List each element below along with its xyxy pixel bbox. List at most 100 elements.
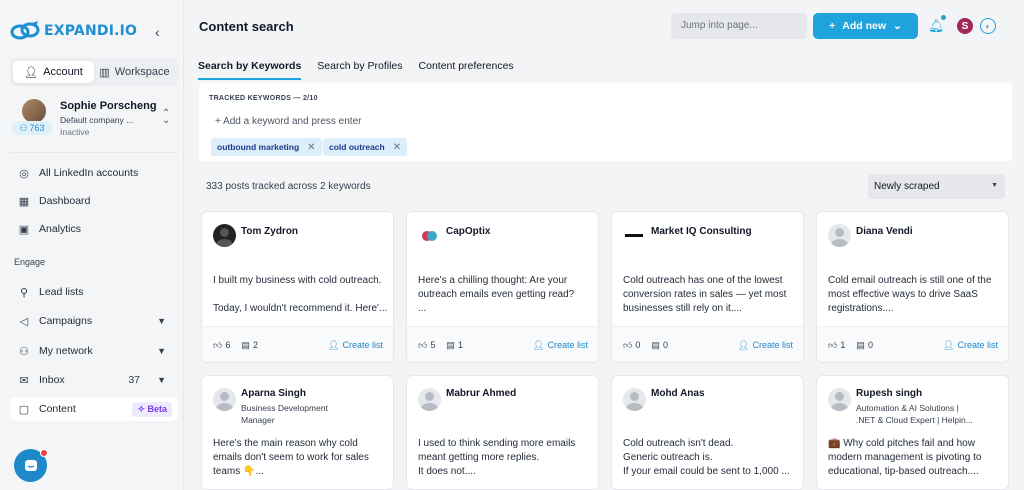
tracked-keywords-panel: TRACKED KEYWORDS — 2/10 + Add a keyword …: [199, 83, 1012, 161]
profile-selector[interactable]: ⚇ 763 Sophie Porscheng Default company .…: [12, 96, 178, 142]
create-list-label: Create list: [752, 340, 793, 350]
sidebar-item-dashboard[interactable]: ▦ Dashboard: [10, 189, 178, 213]
likes-count: 0: [635, 340, 641, 350]
tab-content-preferences[interactable]: Content preferences: [419, 60, 514, 80]
post-text-line: modern management is pivoting to: [828, 452, 982, 463]
account-toggle-label: Account: [43, 66, 83, 78]
expandi-logo[interactable]: EXPANDI.IO: [10, 20, 137, 42]
search-icon: ⚲: [19, 286, 29, 299]
account-workspace-toggle: 👤︎ Account ▥ Workspace: [10, 58, 178, 86]
chevron-updown-icon: ⌃ ⌄: [162, 108, 171, 126]
profile-name: Sophie Porscheng: [60, 100, 157, 112]
post-text-line: It does not....: [418, 466, 476, 477]
thumbs-up-icon: 👍︎: [828, 339, 838, 350]
post-text-line: Here's the main reason why cold: [213, 438, 358, 449]
post-text-line: Generic outreach is.: [623, 452, 713, 463]
bell-icon[interactable]: 🔔︎: [928, 18, 945, 34]
avatar: [22, 99, 46, 123]
post-card[interactable]: Diana Vendi Cold email outreach is still…: [816, 211, 1009, 363]
post-card-footer: 👍︎ 5 ▤ 1 👤︎ Create list: [407, 326, 598, 362]
keyword-chip: outbound marketing ✕: [211, 138, 322, 156]
close-icon[interactable]: ✕: [393, 142, 401, 153]
chevron-down-icon: ⌄: [893, 20, 902, 32]
notification-dot: [40, 449, 48, 457]
main-content: Content search Jump into page... + Add n…: [185, 0, 1024, 490]
add-user-icon: 👤︎: [328, 339, 340, 350]
post-card-footer: 👍︎ 0 ▤ 0 👤︎ Create list: [612, 326, 803, 362]
beta-badge: ✧ Beta: [132, 401, 172, 417]
divider: [10, 152, 178, 153]
chevron-down-icon: ▼: [157, 375, 166, 385]
add-user-icon: 👤︎: [943, 339, 955, 350]
post-card-footer: 👍︎ 1 ▤ 0 👤︎ Create list: [817, 326, 1008, 362]
inbox-count: 37: [128, 374, 140, 386]
users-icon: ⚇: [19, 122, 28, 133]
post-card[interactable]: CapOptix Here's a chilling thought: Are …: [406, 211, 599, 363]
sidebar-item-lead-lists[interactable]: ⚲ Lead lists: [10, 280, 178, 304]
post-text-line: I used to think sending more emails: [418, 438, 576, 449]
user-avatar[interactable]: S: [957, 18, 973, 34]
workspace-toggle-button[interactable]: ▥ Workspace: [94, 61, 175, 83]
sidebar-item-label: Lead lists: [39, 286, 84, 298]
sidebar-item-all-linkedin-accounts[interactable]: ◎ All LinkedIn accounts: [10, 161, 178, 185]
add-user-icon: 👤︎: [738, 339, 750, 350]
post-card[interactable]: Mabrur Ahmed I used to think sending mor…: [406, 375, 599, 490]
sidebar-item-campaigns[interactable]: ◁ Campaigns ▼: [10, 309, 178, 333]
sidebar-item-label: Inbox: [39, 374, 65, 386]
create-list-button[interactable]: 👤︎ Create list: [533, 340, 588, 351]
sidebar-item-content[interactable]: ▢ Content ✧ Beta: [10, 397, 178, 421]
avatar: [623, 224, 646, 247]
post-author-headline: Manager: [241, 415, 275, 425]
close-icon[interactable]: ✕: [307, 142, 315, 153]
plus-icon: +: [829, 20, 836, 32]
post-text-line: businesses still rely on it....: [623, 303, 742, 314]
comment-icon: ▤: [856, 339, 865, 350]
market-iq-logo-icon: [625, 234, 643, 237]
profile-company: Default company ...: [60, 115, 134, 125]
post-text-line: ...: [418, 303, 427, 314]
post-text-line: emails don't seem to work for sales: [213, 452, 369, 463]
sort-select[interactable]: Newly scraped ▼: [868, 174, 1005, 199]
add-new-button[interactable]: + Add new ⌄: [813, 13, 918, 39]
sidebar-item-analytics[interactable]: ▣ Analytics: [10, 217, 178, 241]
thumbs-up-icon: 👍︎: [623, 339, 633, 350]
logo-icon: [10, 21, 40, 40]
create-list-button[interactable]: 👤︎ Create list: [738, 340, 793, 351]
post-card[interactable]: Tom Zydron I built my business with cold…: [201, 211, 394, 363]
likes-count: 6: [225, 340, 231, 350]
post-text-line: teams 👇...: [213, 466, 264, 477]
sidebar-item-my-network[interactable]: ⚇ My network ▼: [10, 339, 178, 363]
collapse-sidebar-icon[interactable]: ‹: [155, 24, 160, 40]
post-card[interactable]: Rupesh singh Automation & AI Solutions |…: [816, 375, 1009, 490]
post-text-line: Cold email outreach is still one of the: [828, 275, 992, 286]
avatar: [828, 224, 851, 247]
comments-stat: ▤ 1: [446, 340, 463, 351]
likes-stat: 👍︎ 6: [213, 340, 230, 351]
tab-search-by-keywords[interactable]: Search by Keywords: [198, 60, 302, 80]
post-text-line: registrations....: [828, 303, 894, 314]
logo-settings-icon[interactable]: ◐: [980, 18, 996, 34]
notification-dot: [941, 15, 946, 20]
sidebar-item-inbox[interactable]: ✉ Inbox 37 ▼: [10, 368, 178, 392]
keyword-chip: cold outreach ✕: [323, 138, 408, 156]
post-text-line: conversion rates in sales — yet most: [623, 289, 787, 300]
jump-into-page-input[interactable]: Jump into page...: [671, 13, 807, 39]
post-author: Aparna Singh: [241, 388, 307, 399]
connections-count: 763: [29, 123, 45, 133]
create-list-label: Create list: [957, 340, 998, 350]
create-list-button[interactable]: 👤︎ Create list: [328, 340, 383, 351]
post-card[interactable]: Aparna Singh Business Development Manage…: [201, 375, 394, 490]
post-card[interactable]: Mohd Anas Cold outreach isn't dead. Gene…: [611, 375, 804, 490]
create-list-button[interactable]: 👤︎ Create list: [943, 340, 998, 351]
comments-stat: ▤ 0: [651, 340, 668, 351]
post-card[interactable]: Market IQ Consulting Cold outreach has o…: [611, 211, 804, 363]
chevron-down-icon: ▼: [157, 346, 166, 356]
comments-stat: ▤ 2: [241, 340, 258, 351]
add-keyword-input[interactable]: + Add a keyword and press enter: [215, 116, 361, 127]
tab-search-by-profiles[interactable]: Search by Profiles: [317, 60, 402, 80]
post-text-line: If your email could be sent to 1,000 ...: [623, 466, 790, 477]
account-toggle-button[interactable]: 👤︎ Account: [13, 61, 94, 83]
post-text-line: 💼 Why cold pitches fail and how: [828, 438, 975, 449]
building-icon: ▥: [99, 66, 110, 79]
post-text-line: Cold outreach has one of the lowest: [623, 275, 783, 286]
